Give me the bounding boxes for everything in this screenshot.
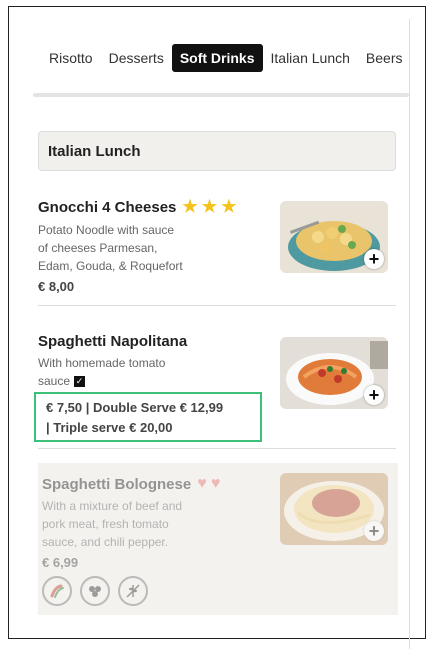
- section-title: Italian Lunch: [48, 143, 141, 160]
- add-to-cart-button[interactable]: +: [364, 521, 384, 541]
- menu-item-bolognese[interactable]: Spaghetti Bolognese ♥ ♥ With a mixture o…: [38, 473, 396, 606]
- heart-rating: ♥ ♥: [197, 475, 220, 493]
- no-gluten-icon: [118, 576, 148, 606]
- heart-icon: ♥: [210, 475, 221, 492]
- item-title: Gnocchi 4 Cheeses: [38, 198, 177, 216]
- add-to-cart-button[interactable]: +: [364, 249, 384, 269]
- tab-soft-drinks[interactable]: Soft Drinks: [171, 44, 263, 72]
- tab-desserts[interactable]: Desserts: [101, 44, 172, 72]
- section-header: Italian Lunch: [38, 131, 396, 171]
- tab-italian-lunch[interactable]: Italian Lunch: [263, 44, 358, 72]
- scroll-edge: [409, 19, 410, 649]
- serve-options-highlight[interactable]: € 7,50 | Double Serve € 12,99 | Triple s…: [34, 392, 262, 442]
- item-description: With homemade tomato sauce ✓: [38, 356, 166, 388]
- star-icon: ★: [201, 197, 218, 216]
- divider: [38, 448, 396, 449]
- item-title: Spaghetti Napolitana: [38, 333, 188, 350]
- chili-pepper-icon: [42, 576, 72, 606]
- item-title: Spaghetti Bolognese: [42, 475, 192, 493]
- serve-options-line1: € 7,50 | Double Serve € 12,99: [46, 400, 224, 415]
- diet-badges: [38, 576, 396, 606]
- meatball-icon: [80, 576, 110, 606]
- tab-beers[interactable]: Beers: [358, 44, 411, 72]
- add-to-cart-button[interactable]: +: [364, 385, 384, 405]
- star-icon: ★: [182, 197, 198, 216]
- app-frame: Risotto Desserts Soft Drinks Italian Lun…: [8, 6, 426, 649]
- divider: [38, 305, 396, 306]
- item-image: +: [280, 337, 388, 409]
- menu-item-gnocchi[interactable]: Gnocchi 4 Cheeses ★ ★ ★ Potato Noodle wi…: [38, 197, 396, 294]
- item-price: € 6,99: [42, 555, 79, 570]
- item-image: +: [280, 201, 388, 273]
- heart-icon: ♥: [197, 475, 207, 492]
- item-price: € 8,00: [38, 279, 75, 294]
- tabs-divider: [33, 93, 409, 97]
- star-rating: ★ ★ ★: [182, 197, 236, 217]
- star-icon: ★: [221, 197, 237, 216]
- menu-panel: Risotto Desserts Soft Drinks Italian Lun…: [33, 7, 409, 638]
- item-image: +: [280, 473, 388, 545]
- item-description: With a mixture of beef and pork meat, fr…: [42, 499, 183, 549]
- menu-item-napolitana[interactable]: Spaghetti Napolitana With homemade tomat…: [38, 333, 396, 409]
- vegetarian-check-icon: ✓: [74, 376, 86, 388]
- tab-risotto[interactable]: Risotto: [41, 44, 101, 72]
- serve-options-line2: | Triple serve € 20,00: [46, 420, 173, 435]
- category-tabs: Risotto Desserts Soft Drinks Italian Lun…: [41, 41, 410, 75]
- item-description: Potato Noodle with sauce of cheeses Parm…: [38, 223, 183, 273]
